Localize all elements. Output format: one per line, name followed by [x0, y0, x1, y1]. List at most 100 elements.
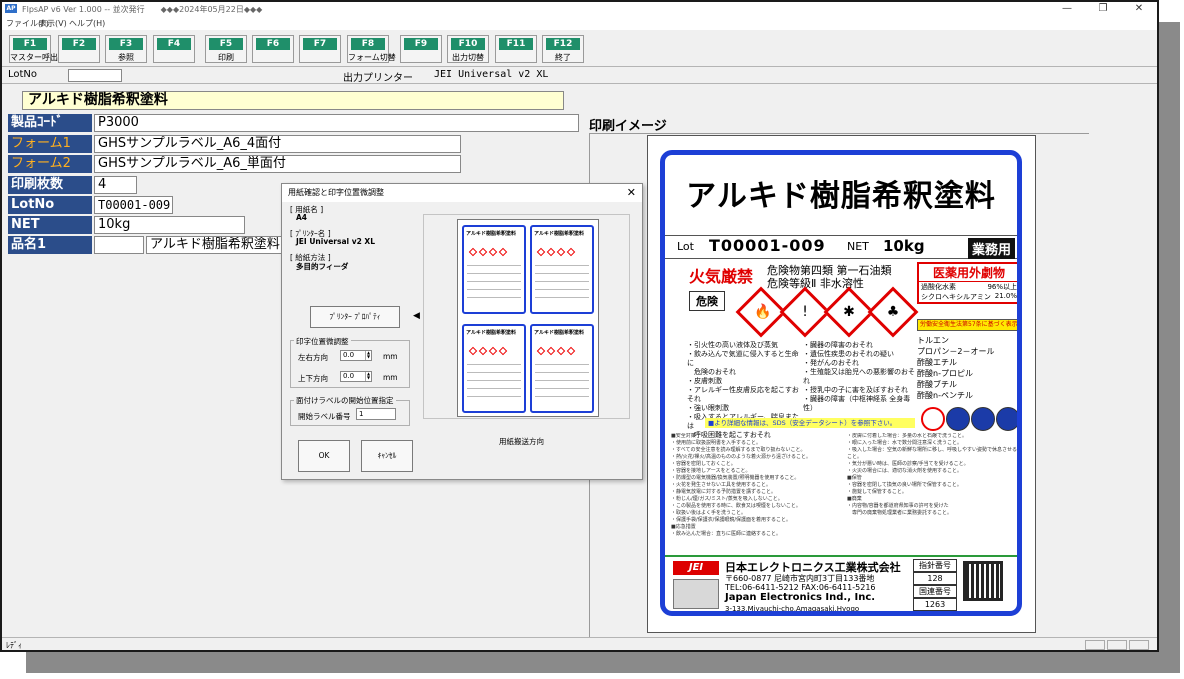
lotno-field[interactable]: T00001-009 [94, 196, 173, 214]
goggles-icon [971, 407, 995, 431]
precautions-left: ■安全対策 ・使用前に取扱説明書を入手すること。 ・すべての安全注意を読み理解す… [671, 433, 841, 538]
f11-key-cap: F11 [499, 38, 533, 50]
printer-label: 出力プリンター [343, 73, 413, 84]
product-title: アルキド樹脂希釈塗料 [22, 91, 564, 110]
f1-button[interactable]: F1 マスター呼出 [9, 35, 58, 63]
f6-key-cap: F6 [256, 38, 290, 50]
name1-field[interactable]: アルキド樹脂希釈塗料 [146, 236, 286, 254]
precaution-line: ・内容物/容器を都道府県知事の許可を受けた [847, 503, 949, 509]
f2-button[interactable]: F2 [58, 35, 100, 63]
lot-input[interactable] [68, 69, 122, 82]
f9-button[interactable]: F9 [400, 35, 442, 63]
vertical-offset-stepper[interactable]: 0.0 ▲ ▼ [340, 371, 372, 382]
horizontal-offset-value: 0.0 [343, 351, 355, 359]
f5-button[interactable]: F5 印刷 [205, 35, 247, 63]
f12-button[interactable]: F12 終了 [542, 35, 584, 63]
precaution-line: ・火災の場合には、適切な消火剤を使用すること。 [847, 468, 963, 474]
f7-key-cap: F7 [303, 38, 337, 50]
net-field[interactable]: 10kg [94, 216, 245, 234]
form2-field[interactable]: GHSサンプルラベル_A6_単面付 [94, 155, 461, 173]
f7-button[interactable]: F7 [299, 35, 341, 63]
label-net-value: 10kg [883, 237, 925, 255]
mini-label-title: アルキド樹脂希釈塗料 [466, 231, 516, 237]
precaution-line: ・静電気放電に対する予防措置を講ずること。 [671, 489, 777, 495]
ok-button[interactable]: OK [298, 440, 350, 472]
status-text: ﾚﾃﾞｨ [6, 641, 22, 650]
precaution-line: ・すべての安全注意を読み理解するまで取り扱わないこと。 [671, 447, 806, 453]
precaution-line: ・使用前に取扱説明書を入手すること。 [671, 440, 762, 446]
guide-number-label: 指針番号 [913, 559, 957, 572]
stepper-arrows-icon[interactable]: ▲ ▼ [365, 372, 371, 381]
precaution-line: ・保護手袋/保護衣/保護眼鏡/保護面を着用すること。 [671, 517, 792, 523]
printer-properties-button[interactable]: ﾌﾟﾘﾝﾀｰ ﾌﾟﾛﾊﾟﾃｨ [310, 306, 400, 328]
vertical-unit: mm [383, 373, 398, 382]
hazard-statement: 危険のおそれ [687, 368, 736, 376]
substance-item: プロパン－2－オール [917, 347, 995, 356]
poison-conc-1: 96%以上 [987, 283, 1017, 291]
company-tel: TEL:06-6411-5212 FAX:06-6411-5216 [725, 583, 876, 592]
app-icon: AP [5, 4, 17, 13]
field-label-lotno: LotNo [8, 196, 92, 214]
stepper-arrows-icon[interactable]: ▲ ▼ [365, 351, 371, 360]
f3-button[interactable]: F3 参照 [105, 35, 147, 63]
form1-field[interactable]: GHSサンプルラベル_A6_4面付 [94, 135, 461, 153]
label-poison-box: 医薬用外劇物 過酸化水素 96%以上 シクロヘキシルアミン 21.0% [917, 262, 1017, 304]
mask-icon [996, 407, 1017, 431]
hazard-statements-right: ・臓器の障害のおそれ ・遺伝性疾患のおそれの疑い ・発がんのおそれ ・生殖能又は… [803, 341, 915, 413]
status-bar: ﾚﾃﾞｨ [2, 637, 1157, 650]
precaution-line: ・気分が悪い時は、医師の診察/手当てを受けること。 [847, 461, 969, 467]
status-panel [1107, 640, 1127, 650]
start-position-title: 面付けラベルの開始位置指定 [294, 395, 396, 406]
menu-help[interactable]: ヘルプ(H) [69, 18, 105, 29]
product-code-field[interactable]: P3000 [94, 114, 579, 132]
f8-label: フォーム切替 [348, 53, 396, 62]
label-precautions: ■安全対策 ・使用前に取扱説明書を入手すること。 ・すべての安全注意を読み理解す… [671, 433, 1017, 553]
menu-view[interactable]: 表示(V) [39, 18, 67, 29]
lot-label: LotNo [8, 69, 38, 80]
f4-button[interactable]: F4 [153, 35, 195, 63]
f10-label: 出力切替 [452, 53, 484, 62]
f1-label: マスター呼出 [10, 53, 58, 62]
f10-button[interactable]: F10 出力切替 [447, 35, 489, 63]
restore-button[interactable]: ❐ [1085, 2, 1121, 16]
start-label-text: 開始ラベル番号 [298, 412, 351, 421]
vertical-offset-value: 0.0 [343, 372, 355, 380]
f5-key-cap: F5 [209, 38, 243, 50]
start-label-number-input[interactable]: 1 [356, 408, 396, 420]
mini-label-2: アルキド樹脂希釈塗料 [530, 225, 594, 314]
f1-key-cap: F1 [13, 38, 47, 50]
horizontal-offset-stepper[interactable]: 0.0 ▲ ▼ [340, 350, 372, 361]
f8-button[interactable]: F8 フォーム切替 [347, 35, 396, 63]
name1-code-field[interactable] [94, 236, 144, 254]
dialog-close-icon[interactable]: ✕ [627, 186, 636, 199]
jei-logo: JEI [673, 561, 719, 575]
label-poison-heading: 医薬用外劇物 [919, 264, 1017, 282]
precaution-line: 専門の廃棄物処理業者に業務委託すること。 [847, 510, 953, 516]
close-window-button[interactable]: ✕ [1121, 2, 1157, 16]
f6-button[interactable]: F6 [252, 35, 294, 63]
feed-direction-label: 用紙搬送方向 [499, 437, 544, 446]
field-label-form2: フォーム2 [8, 155, 92, 173]
arrow-left-icon: ◀ [413, 311, 420, 321]
a4-sheet-preview: アルキド樹脂希釈塗料 アルキド樹脂希釈塗料 アルキド樹脂希釈塗料 アルキド樹脂希… [457, 219, 599, 417]
field-label-product-code: 製品ｺｰﾄﾞ [8, 114, 92, 132]
hazard-statement: ・強い眼刺激 [687, 404, 729, 412]
f10-key-cap: F10 [451, 38, 485, 50]
f11-button[interactable]: F11 [495, 35, 537, 63]
precaution-line: ・容器を密閉しておくこと。 [671, 461, 736, 467]
precaution-line: ■保管 [847, 475, 862, 481]
minimize-button[interactable]: — [1049, 2, 1085, 16]
label-lot-line: Lot T00001-009 NET 10kg 業務用 [665, 235, 1017, 259]
printer-image [673, 579, 719, 609]
precaution-line: ・容器を密閉して換気の良い場所で保管すること。 [847, 482, 962, 488]
cancel-button[interactable]: ｷｬﾝｾﾙ [361, 440, 413, 472]
precaution-line: ・皮膚に付着した場合：多量の水と石鹸で洗うこと。 [847, 433, 968, 439]
company-address-en: 3-133,Miyauchi-cho,Amagasaki,Hyogo [725, 605, 860, 613]
mini-label-title: アルキド樹脂希釈塗料 [466, 330, 516, 336]
function-key-toolbar: F1 マスター呼出 F2 F3 参照 F4 F5 印刷 F6 F7 F8 フォーム切替 … [2, 31, 1157, 65]
print-count-field[interactable]: 4 [94, 176, 137, 194]
label-border: アルキド樹脂希釈塗料 Lot T00001-009 NET 10kg 業務用 火… [660, 150, 1022, 616]
field-label-print-count: 印刷枚数 [8, 176, 92, 194]
guide-number-value: 128 [913, 572, 957, 585]
label-sds-note: ■より詳細な情報は、SDS（安全データシート）を参照下さい。 [705, 418, 915, 428]
